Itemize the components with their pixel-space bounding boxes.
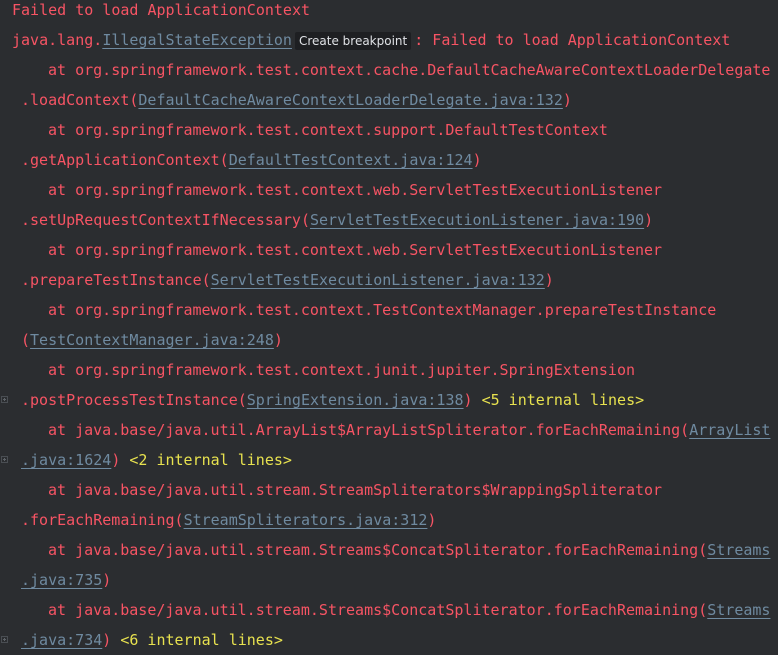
stack-text: ) — [544, 271, 554, 289]
stack-trace-line: java.lang.IllegalStateException Create br… — [0, 25, 778, 55]
error-message-line: Failed to load ApplicationContext — [0, 0, 778, 25]
stack-text: ) — [102, 571, 112, 589]
stack-trace-line: (TestContextManager.java:248) — [0, 325, 778, 355]
source-link[interactable]: IllegalStateException — [102, 31, 292, 49]
stack-trace-line: at org.springframework.test.context.web.… — [0, 175, 778, 205]
source-link[interactable]: Streams — [707, 541, 770, 559]
source-link[interactable]: .java:734 — [21, 631, 102, 649]
source-link[interactable]: Streams — [707, 601, 770, 619]
expand-fold-icon[interactable] — [1, 636, 8, 643]
source-link[interactable]: ServletTestExecutionListener.java:132 — [211, 271, 545, 289]
source-link[interactable]: .java:735 — [21, 571, 102, 589]
stack-trace-line: .getApplicationContext(DefaultTestContex… — [0, 145, 778, 175]
stack-text: at org.springframework.test.context.juni… — [48, 361, 635, 379]
stack-trace-line: .setUpRequestContextIfNecessary(ServletT… — [0, 205, 778, 235]
stack-text: : Failed to load ApplicationContext — [414, 31, 731, 49]
console-output: Failed to load ApplicationContext java.la… — [0, 0, 778, 655]
stack-text: at org.springframework.test.context.web.… — [48, 241, 663, 259]
stack-trace-line: .java:735) — [0, 565, 778, 595]
stack-text: .prepareTestInstance( — [21, 271, 211, 289]
source-link[interactable]: ArrayList — [689, 421, 770, 439]
stack-text: ) — [273, 331, 283, 349]
stack-text: .forEachRemaining( — [21, 511, 184, 529]
stack-text: at java.base/java.util.stream.Streams$Co… — [48, 601, 708, 619]
stack-text: at java.base/java.util.stream.StreamSpli… — [48, 481, 663, 499]
stack-text: .setUpRequestContextIfNecessary( — [21, 211, 310, 229]
expand-fold-icon[interactable] — [1, 396, 8, 403]
stack-text: ) — [427, 511, 437, 529]
source-link[interactable]: DefaultCacheAwareContextLoaderDelegate.j… — [138, 91, 562, 109]
internal-lines-toggle[interactable]: <5 internal lines> — [482, 391, 645, 409]
stack-text: at org.springframework.test.context.Test… — [48, 301, 717, 319]
stack-text: at org.springframework.test.context.supp… — [48, 121, 608, 139]
stack-trace-line: .prepareTestInstance(ServletTestExecutio… — [0, 265, 778, 295]
source-link[interactable]: TestContextManager.java:248 — [30, 331, 274, 349]
stack-text: ) — [562, 91, 572, 109]
stack-trace-line: at java.base/java.util.ArrayList$ArrayLi… — [0, 415, 778, 445]
stack-trace-line: at org.springframework.test.context.cach… — [0, 55, 778, 85]
stack-text: ) — [102, 631, 121, 649]
stack-text: ) — [644, 211, 654, 229]
internal-lines-toggle[interactable]: <6 internal lines> — [120, 631, 283, 649]
source-link[interactable]: StreamSpliterators.java:312 — [184, 511, 428, 529]
stack-trace-line: at org.springframework.test.context.juni… — [0, 355, 778, 385]
stack-text: .loadContext( — [21, 91, 139, 109]
stack-trace-line: .forEachRemaining(StreamSpliterators.jav… — [0, 505, 778, 535]
stack-text: at java.base/java.util.stream.Streams$Co… — [48, 541, 708, 559]
stack-trace-line: at java.base/java.util.stream.Streams$Co… — [0, 595, 778, 625]
stack-text: .getApplicationContext( — [21, 151, 229, 169]
stack-text: at java.base/java.util.ArrayList$ArrayLi… — [48, 421, 690, 439]
stack-trace-line: .java:734) <6 internal lines> — [0, 625, 778, 655]
source-link[interactable]: DefaultTestContext.java:124 — [229, 151, 473, 169]
stack-trace-line: at java.base/java.util.stream.Streams$Co… — [0, 535, 778, 565]
stack-text: .postProcessTestInstance( — [21, 391, 247, 409]
stack-trace-line: at org.springframework.test.context.web.… — [0, 235, 778, 265]
stack-trace-line: .loadContext(DefaultCacheAwareContextLoa… — [0, 85, 778, 115]
expand-fold-icon[interactable] — [1, 456, 8, 463]
stack-text: ) — [111, 451, 130, 469]
stack-text: Failed to load ApplicationContext — [12, 1, 311, 19]
stack-text: java.lang. — [12, 31, 103, 49]
stack-trace-line: .java:1624) <2 internal lines> — [0, 445, 778, 475]
stack-trace-line: at org.springframework.test.context.Test… — [0, 295, 778, 325]
internal-lines-toggle[interactable]: <2 internal lines> — [129, 451, 292, 469]
stack-text: ) — [463, 391, 482, 409]
create-breakpoint-button[interactable]: Create breakpoint — [294, 32, 412, 50]
stack-text: ( — [21, 331, 31, 349]
source-link[interactable]: SpringExtension.java:138 — [247, 391, 464, 409]
stack-trace-line: at java.base/java.util.stream.StreamSpli… — [0, 475, 778, 505]
source-link[interactable]: .java:1624 — [21, 451, 111, 469]
stack-text: at org.springframework.test.context.web.… — [48, 181, 663, 199]
source-link[interactable]: ServletTestExecutionListener.java:190 — [310, 211, 644, 229]
stack-text: ) — [472, 151, 482, 169]
stack-text: at org.springframework.test.context.cach… — [48, 61, 771, 79]
stack-trace-line: .postProcessTestInstance(SpringExtension… — [0, 385, 778, 415]
stack-trace-line: at org.springframework.test.context.supp… — [0, 115, 778, 145]
